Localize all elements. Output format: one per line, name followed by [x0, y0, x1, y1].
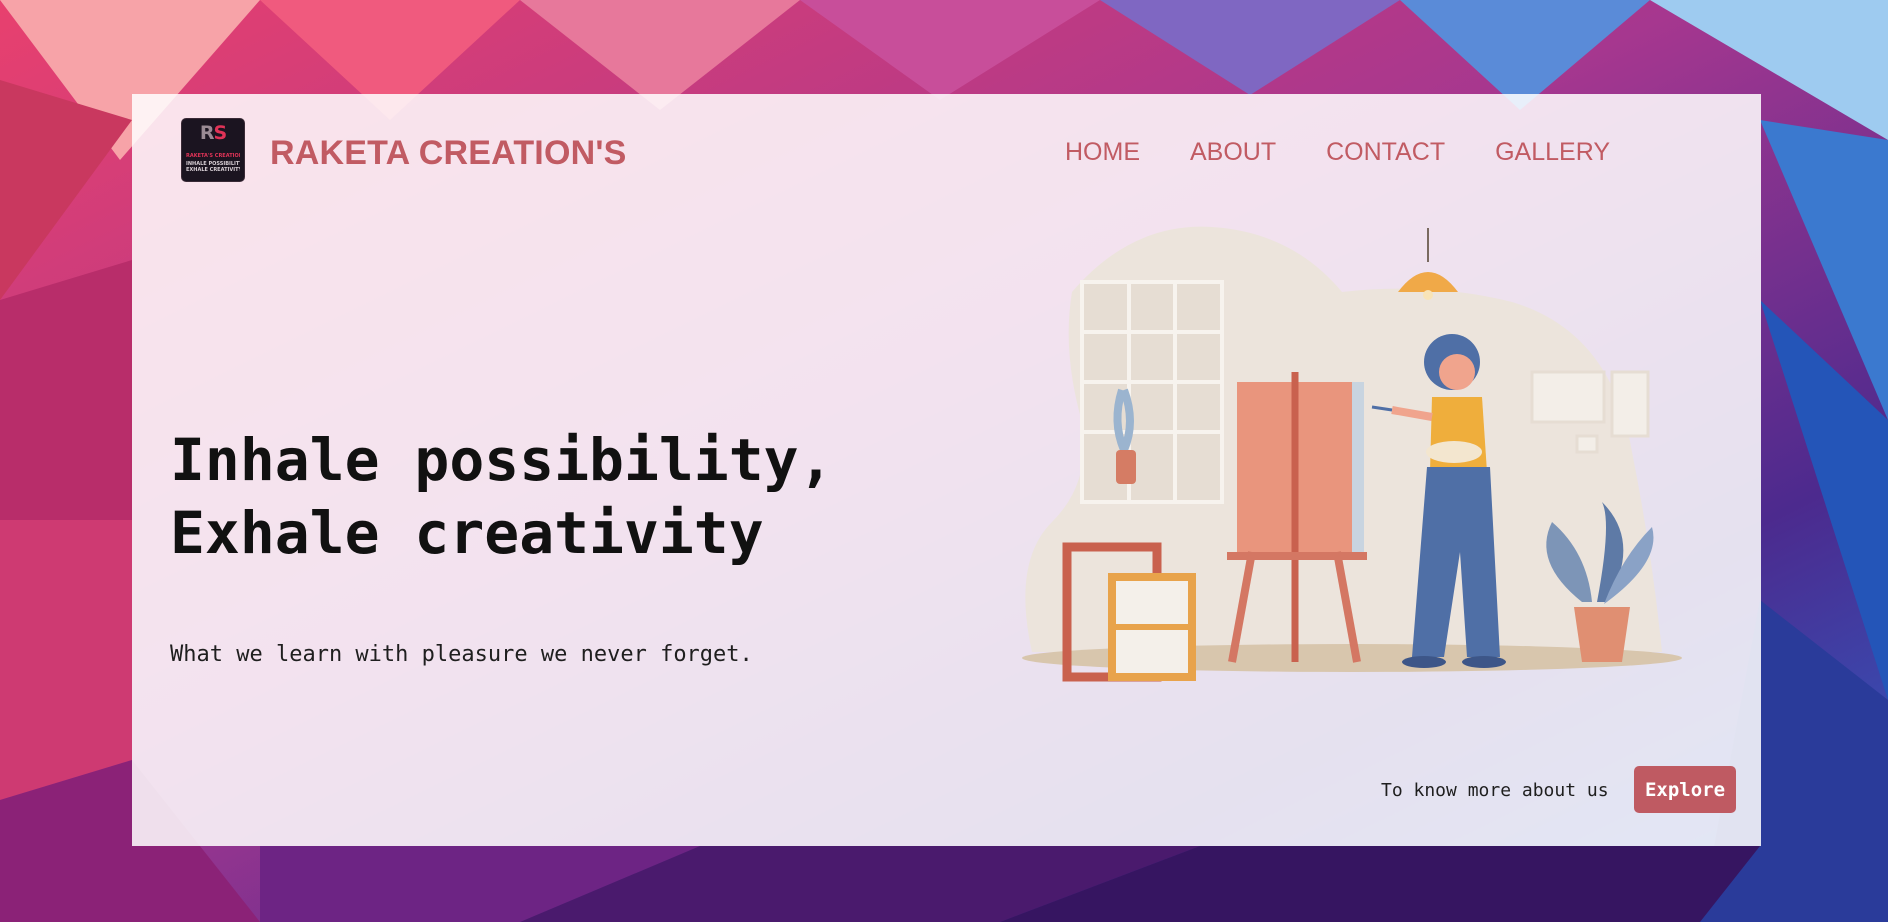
nav-home-link[interactable]: HOME: [1065, 138, 1140, 167]
hero-headline: Inhale possibility, Exhale creativity: [170, 424, 833, 570]
hero-card: RS RAKETA'S CREATION INHALE POSSIBILITY …: [132, 94, 1761, 846]
brand-name[interactable]: RAKETA CREATION'S: [270, 134, 627, 173]
headline-line2: Exhale creativity: [170, 499, 764, 567]
artist-illustration: [1022, 226, 1682, 682]
hero-tagline: What we learn with pleasure we never for…: [170, 642, 753, 667]
nav-contact-link[interactable]: CONTACT: [1326, 138, 1445, 167]
main-nav: HOME ABOUT CONTACT GALLERY: [1065, 138, 1610, 167]
logo-monogram: RS: [199, 122, 227, 144]
brand-logo[interactable]: RS RAKETA'S CREATION INHALE POSSIBILITY …: [182, 119, 244, 181]
nav-about-link[interactable]: ABOUT: [1190, 138, 1276, 167]
logo-text-line1: RAKETA'S CREATION: [186, 153, 240, 159]
explore-button[interactable]: Explore: [1634, 766, 1736, 813]
nav-gallery-link[interactable]: GALLERY: [1495, 138, 1610, 167]
cta-prompt: To know more about us: [1381, 780, 1609, 801]
logo-text-line3: EXHALE CREATIVITY: [186, 167, 240, 173]
headline-line1: Inhale possibility,: [170, 426, 834, 494]
